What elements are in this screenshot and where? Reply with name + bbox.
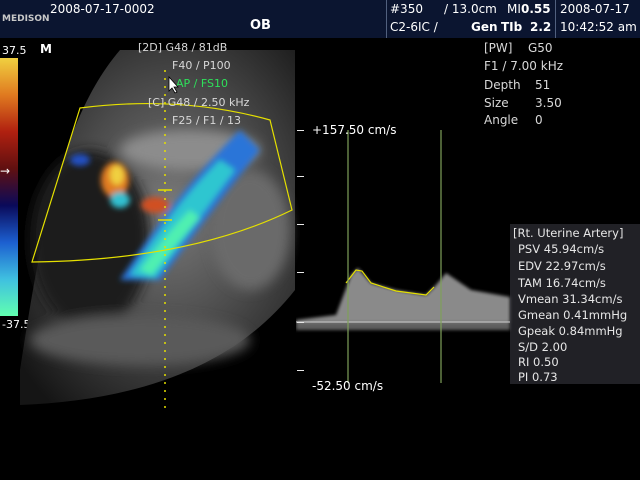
size-value: 3.50 <box>535 96 562 110</box>
baseline-arrow-icon: → <box>0 164 11 178</box>
scale-tick <box>297 272 304 273</box>
patient-id: 2008-07-17-0002 <box>50 2 155 16</box>
velocity-bottom-label: -52.50 cm/s <box>312 379 384 393</box>
measurement-row: RI 0.50 <box>518 355 559 369</box>
color-doppler-settings: [C] G48 / 2.50 kHz <box>148 96 250 109</box>
header-date: 2008-07-17 <box>560 2 630 16</box>
measurement-panel: [Rt. Uterine Artery] PSV 45.94cm/s EDV 2… <box>510 224 640 384</box>
depth-value: 51 <box>535 78 551 92</box>
velocity-top-label: +157.50 cm/s <box>312 123 397 137</box>
gen-label: Gen <box>471 20 498 34</box>
measurement-row: PI 0.73 <box>518 370 558 384</box>
measurement-row: S/D 2.00 <box>518 340 568 354</box>
measurement-row: Vmean 31.34cm/s <box>518 292 623 306</box>
scale-tick <box>297 176 304 177</box>
pw-gain: G50 <box>528 41 553 55</box>
measurement-row: EDV 22.97cm/s <box>518 259 606 273</box>
frame-settings: F40 / P100 <box>172 59 231 72</box>
measurement-title: [Rt. Uterine Artery] <box>513 226 624 240</box>
measurement-row: Gmean 0.41mmHg <box>518 308 628 322</box>
size-label: Size <box>484 96 509 110</box>
probe-name: C2-6IC / <box>390 20 438 34</box>
brand-logo: MEDISON <box>2 14 50 24</box>
color-filter-settings: F25 / F1 / 13 <box>172 114 242 127</box>
measurement-row: Gpeak 0.84mmHg <box>518 324 623 338</box>
mouse-pointer-icon <box>168 76 179 94</box>
probe-number: #350 <box>390 2 423 16</box>
mi-value: 0.55 <box>521 2 551 16</box>
tib-value: 2.2 <box>530 20 552 34</box>
harmonic-settings: AP / FS10 <box>176 77 228 90</box>
scale-tick <box>297 370 304 371</box>
scale-tick <box>297 224 304 225</box>
depth-readout: / 13.0cm <box>444 2 497 16</box>
measurement-row: PSV 45.94cm/s <box>518 242 605 256</box>
header-divider-2 <box>555 0 556 38</box>
mi-label: MI <box>507 2 521 16</box>
depth-label: Depth <box>484 78 521 92</box>
application-label: OB <box>250 18 271 33</box>
mode-2d-settings: [2D] G48 / 81dB <box>138 41 228 54</box>
pw-mode-label: [PW] <box>484 41 513 55</box>
scale-tick <box>297 322 304 323</box>
measurement-row: TAM 16.74cm/s <box>518 276 606 290</box>
scale-tick <box>297 130 304 131</box>
header-time: 10:42:52 am <box>560 20 637 34</box>
tib-label: TIb <box>501 20 523 34</box>
header-divider <box>386 0 387 38</box>
pw-filter: F1 / 7.00 kHz <box>484 59 564 73</box>
color-scale-bar <box>0 58 18 316</box>
